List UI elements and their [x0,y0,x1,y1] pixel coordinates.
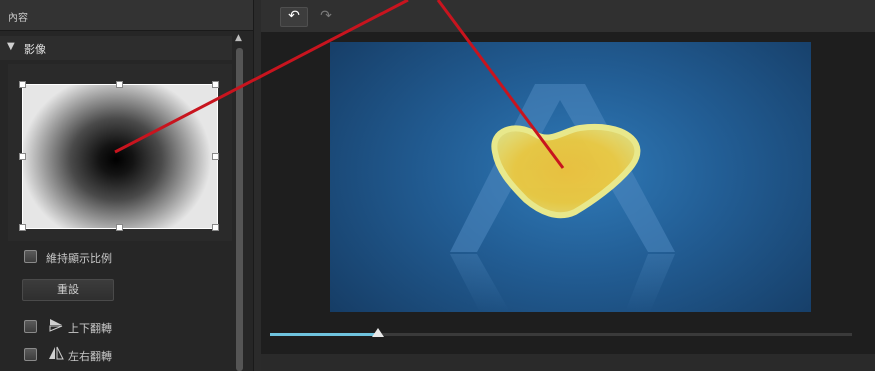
redo-button[interactable]: ↷ [312,7,340,27]
resize-handle-bm[interactable] [116,224,123,231]
reset-button[interactable]: 重設 [22,279,114,301]
flip-horizontal-checkbox[interactable] [24,348,37,361]
timeline-slider-fill [270,333,378,336]
flip-horizontal-label: 左右翻轉 [68,350,112,363]
mask-preview[interactable] [19,81,219,231]
keep-ratio-checkbox[interactable] [24,250,37,263]
toolbar [261,0,875,32]
resize-handle-tl[interactable] [19,81,26,88]
flip-vertical-icon [49,319,63,332]
preview-image [450,84,675,312]
resize-handle-tm[interactable] [116,81,123,88]
undo-button[interactable]: ↶ [280,7,308,27]
panel-header: 內容 [0,0,253,31]
resize-handle-br[interactable] [212,224,219,231]
timeline-slider-thumb[interactable] [372,328,384,337]
flip-horizontal-icon [49,346,64,360]
resize-handle-tr[interactable] [212,81,219,88]
flip-vertical-checkbox[interactable] [24,320,37,333]
collapse-arrow-icon[interactable]: ▼ [7,41,15,52]
resize-handle-ml[interactable] [19,153,26,160]
scrollbar-thumb[interactable] [236,48,243,371]
image-section-header[interactable]: ▼ 影像 [0,36,232,60]
resize-handle-bl[interactable] [19,224,26,231]
bottom-bar [261,354,875,371]
preview-canvas[interactable] [330,42,811,312]
scroll-up-icon[interactable]: ▲ [235,33,242,43]
keep-ratio-label: 維持顯示比例 [46,252,112,265]
image-section-title: 影像 [24,43,46,56]
heart-shape [491,123,641,219]
timeline-area [261,318,875,354]
flip-vertical-label: 上下翻轉 [68,322,112,335]
resize-handle-mr[interactable] [212,153,219,160]
panel-title: 內容 [8,13,28,24]
